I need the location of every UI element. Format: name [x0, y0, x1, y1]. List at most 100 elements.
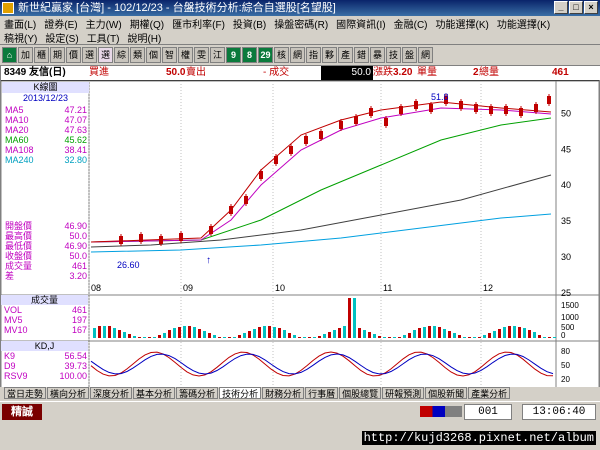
toolbar-button[interactable]: 權 [178, 47, 193, 63]
minimize-button[interactable]: _ [554, 1, 568, 14]
volume-bar [248, 331, 251, 338]
kd-panel [1, 340, 599, 389]
toolbar-button[interactable]: 產 [338, 47, 353, 63]
volume-bar [533, 332, 536, 338]
volume-row: MV5 197 [4, 315, 89, 325]
toolbar-button[interactable]: 期 [50, 47, 65, 63]
volume-bar [258, 327, 261, 338]
toolbar-button[interactable]: 類 [130, 47, 145, 63]
volume-bar [308, 337, 311, 338]
analysis-tab[interactable]: 基本分析 [133, 387, 176, 399]
menu-item[interactable]: 工具(T) [87, 30, 120, 45]
kd-value: 56.54 [64, 351, 87, 361]
analysis-tab[interactable]: 深度分析 [90, 387, 133, 399]
menu-item[interactable]: 功能選擇(K) [497, 16, 550, 31]
price-name: 差 [5, 271, 15, 281]
menu-item[interactable]: 投資(B) [233, 16, 266, 31]
toolbar-button[interactable]: 雯 [194, 47, 209, 63]
volume-bar [108, 326, 111, 338]
candle-body [474, 104, 478, 112]
toolbar-button[interactable]: 9 [226, 47, 241, 63]
volume-bar [488, 333, 491, 338]
kd-y-tick: 80 [561, 347, 570, 356]
candle-body [259, 171, 263, 179]
kd-value: 39.73 [64, 361, 87, 371]
volume-bar [448, 331, 451, 338]
kd-row: RSV9 100.00 [4, 371, 89, 381]
ma-name: MA108 [5, 145, 34, 155]
menu-item[interactable]: 功能選擇(K) [436, 16, 489, 31]
volume-bar [343, 326, 346, 338]
analysis-tab[interactable]: 個股總覽 [339, 387, 382, 399]
ma-value: 47.21 [64, 105, 87, 115]
toolbar-button[interactable]: 網 [290, 47, 305, 63]
menu-item[interactable]: 稿視(Y) [4, 30, 37, 45]
analysis-tab[interactable]: 橫向分析 [47, 387, 90, 399]
price-row: 最低價 46.90 [5, 241, 89, 251]
analysis-tab[interactable]: 研報預測 [382, 387, 425, 399]
volume-bar [388, 337, 391, 338]
analysis-tab[interactable]: 籌碼分析 [176, 387, 219, 399]
menu-item[interactable]: 說明(H) [127, 30, 161, 45]
toolbar-button[interactable]: 智 [162, 47, 177, 63]
bid-label: 買進 [89, 67, 109, 78]
analysis-tab[interactable]: 行事曆 [305, 387, 339, 399]
price-row: 差 3.20 [5, 271, 89, 281]
toolbar-button[interactable]: 盤 [402, 47, 417, 63]
home-icon[interactable]: ⌂ [2, 47, 17, 63]
toolbar-button[interactable]: 價 [66, 47, 81, 63]
toolbar-button[interactable]: 錯 [354, 47, 369, 63]
toolbar-button[interactable]: 暴 [370, 47, 385, 63]
ma-value: 45.62 [64, 135, 87, 145]
price-y-tick: 25 [561, 288, 571, 298]
menu-item[interactable]: 設定(S) [45, 30, 78, 45]
toolbar-button[interactable]: 夥 [322, 47, 337, 63]
analysis-tab[interactable]: 個股新聞 [425, 387, 468, 399]
menu-item[interactable]: 證券(E) [44, 16, 77, 31]
volume-row: MV10 167 [4, 325, 89, 335]
toolbar-button[interactable]: 選 [82, 47, 97, 63]
close-button[interactable]: × [584, 1, 598, 14]
toolbar-button[interactable]: 個 [146, 47, 161, 63]
toolbar-button[interactable]: 選 [98, 47, 113, 63]
status-button[interactable]: 精誠 [2, 404, 42, 420]
analysis-tab[interactable]: 當日走勢 [4, 387, 47, 399]
kd-label: KD,J [1, 341, 88, 351]
toolbar-button[interactable]: 8 [242, 47, 257, 63]
volume-legend: 成交量 VOL 461 MV5 197 MV10 167 [1, 295, 89, 341]
analysis-tab[interactable]: 技術分析 [219, 387, 262, 399]
volume-bar [188, 326, 191, 338]
toolbar-button[interactable]: 江 [210, 47, 225, 63]
toolbar-button[interactable]: 網 [418, 47, 433, 63]
analysis-tab[interactable]: 財務分析 [262, 387, 305, 399]
menu-item[interactable]: 匯市利率(F) [172, 16, 225, 31]
toolbar-button[interactable]: 綜 [114, 47, 129, 63]
menu-item[interactable]: 主力(W) [86, 16, 122, 31]
toolbar-button[interactable]: 29 [258, 47, 273, 63]
menu-item[interactable]: 畫面(L) [4, 16, 36, 31]
menu-item[interactable]: 操盤密碼(R) [274, 16, 328, 31]
menu-item[interactable]: 金融(C) [394, 16, 428, 31]
volume-y-tick: 1000 [561, 313, 579, 322]
signal-indicator [420, 406, 462, 417]
volume-bar [503, 327, 506, 338]
candle-body [339, 121, 343, 129]
toolbar-button[interactable]: 櫃 [34, 47, 49, 63]
ma-value: 47.63 [64, 125, 87, 135]
volume-bar [423, 327, 426, 338]
maximize-button[interactable]: □ [569, 1, 583, 14]
menu-item[interactable]: 期權(Q) [130, 16, 164, 31]
menu-item[interactable]: 國際資訊(I) [336, 16, 385, 31]
ma-row: MA20 47.63 [5, 125, 89, 135]
toolbar-button[interactable]: 指 [306, 47, 321, 63]
toolbar-button[interactable]: 加 [18, 47, 33, 63]
analysis-tab[interactable]: 產業分析 [468, 387, 511, 399]
volume-bar [453, 333, 456, 338]
toolbar-button[interactable]: 技 [386, 47, 401, 63]
volume-bar [133, 336, 136, 338]
volume-bar [253, 329, 256, 338]
price-row: 收盤價 50.0 [5, 251, 89, 261]
toolbar-button[interactable]: 核 [274, 47, 289, 63]
volume-bar [128, 334, 131, 338]
date-label: 2013/12/23 [22, 93, 69, 103]
